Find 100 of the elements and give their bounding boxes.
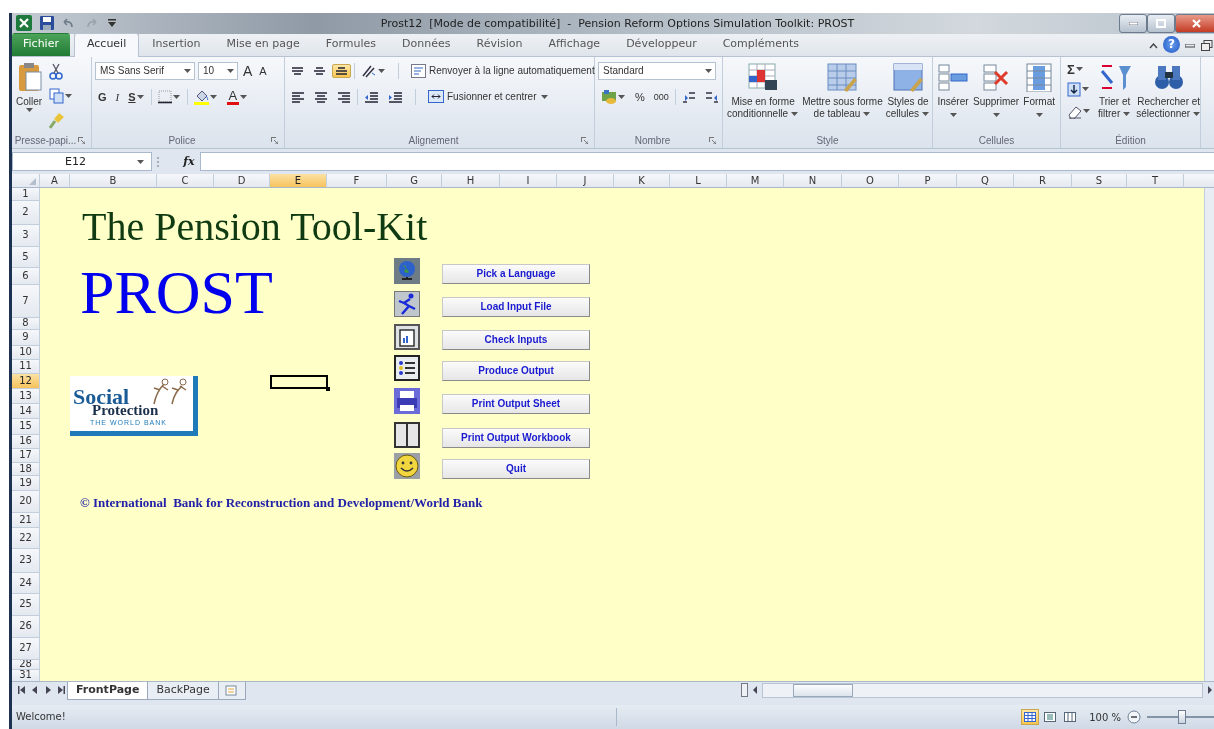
- caret-icon[interactable]: [227, 68, 234, 73]
- caret-icon[interactable]: [25, 107, 33, 112]
- caret-icon[interactable]: [1082, 87, 1089, 92]
- column-header[interactable]: H: [442, 173, 500, 188]
- ribbon-tab[interactable]: Formules: [312, 32, 390, 56]
- minimize-icon[interactable]: [1185, 43, 1195, 48]
- sheet-tab[interactable]: BackPage: [147, 682, 219, 701]
- insert-function-button[interactable]: fx: [160, 155, 200, 169]
- previous-sheet-icon[interactable]: [31, 686, 39, 695]
- caret-icon[interactable]: [863, 111, 871, 116]
- caret-icon[interactable]: [791, 111, 799, 116]
- row-header[interactable]: 3: [12, 224, 40, 247]
- column-header[interactable]: O: [842, 173, 899, 188]
- zoom-level[interactable]: 100 %: [1089, 711, 1121, 723]
- row-header[interactable]: 24: [12, 572, 40, 594]
- ribbon-tab[interactable]: Fichier: [12, 32, 70, 56]
- caret-icon[interactable]: [540, 94, 548, 99]
- caret-icon[interactable]: [705, 68, 712, 73]
- printer-icon[interactable]: [394, 387, 420, 414]
- caret-icon[interactable]: [1123, 111, 1131, 116]
- caret-icon[interactable]: [172, 94, 180, 99]
- paste-button[interactable]: Coller: [15, 59, 44, 133]
- macro-button[interactable]: Load Input File: [442, 296, 590, 317]
- ribbon-command[interactable]: Mettre sous forme de tableau: [801, 59, 884, 133]
- normal-view-button[interactable]: [1021, 709, 1040, 725]
- sheet-tab[interactable]: FrontPage: [67, 682, 149, 701]
- macro-button[interactable]: Quit: [442, 458, 590, 479]
- maximize-button[interactable]: [1147, 14, 1175, 33]
- merge-center-button[interactable]: Fusionner et centrer: [425, 87, 552, 107]
- globe-icon[interactable]: [394, 257, 420, 284]
- formula-input[interactable]: [200, 152, 1214, 172]
- grow-font-button[interactable]: A: [241, 61, 255, 80]
- column-header[interactable]: Q: [957, 173, 1014, 188]
- caret-icon[interactable]: [137, 159, 144, 164]
- dialog-launcher-icon[interactable]: [581, 136, 588, 144]
- minimize-button[interactable]: [1119, 14, 1147, 33]
- slider-thumb[interactable]: [1178, 710, 1186, 724]
- macro-button[interactable]: Check Inputs: [442, 329, 590, 350]
- wrap-text-button[interactable]: Renvoyer à la ligne automatiquement: [408, 60, 598, 81]
- zoom-out-icon[interactable]: [1127, 710, 1141, 724]
- row-header[interactable]: 25: [12, 593, 40, 616]
- scrollbar-thumb[interactable]: [793, 683, 853, 697]
- macro-button[interactable]: Pick a Language: [442, 263, 590, 284]
- customize-icon[interactable]: [108, 19, 116, 28]
- caret-icon[interactable]: [240, 94, 248, 99]
- macro-button[interactable]: Print Output Sheet: [442, 393, 590, 414]
- column-header[interactable]: S: [1072, 173, 1127, 188]
- caret-icon[interactable]: [65, 93, 73, 98]
- save-icon[interactable]: [40, 16, 54, 31]
- smiley-icon[interactable]: [394, 452, 420, 479]
- caret-icon[interactable]: [922, 111, 930, 116]
- caret-icon[interactable]: [1083, 109, 1090, 114]
- row-header[interactable]: 28: [12, 659, 40, 670]
- scroll-left-icon[interactable]: [752, 686, 758, 695]
- row-header[interactable]: 27: [12, 637, 40, 660]
- ribbon-command[interactable]: Mise en forme conditionnelle: [726, 59, 801, 133]
- name-box[interactable]: E12: [12, 152, 152, 172]
- column-header[interactable]: K: [614, 173, 670, 188]
- document-chart-icon[interactable]: [394, 323, 420, 350]
- row-header[interactable]: 23: [12, 548, 40, 573]
- close-button[interactable]: [1175, 14, 1214, 33]
- column-header[interactable]: R: [1014, 173, 1072, 188]
- ribbon-command[interactable]: Supprimer: [972, 59, 1021, 133]
- bullet-list-icon[interactable]: [394, 354, 420, 381]
- shrink-font-button[interactable]: A: [257, 63, 269, 78]
- split-handle-icon[interactable]: [741, 683, 748, 698]
- column-header[interactable]: I: [500, 173, 557, 188]
- scroll-right-icon[interactable]: [1207, 686, 1213, 695]
- row-header[interactable]: 22: [12, 527, 40, 549]
- column-header[interactable]: E: [270, 173, 327, 188]
- caret-icon[interactable]: [618, 94, 625, 99]
- ribbon-tab[interactable]: Données: [389, 32, 464, 56]
- bold-button[interactable]: G: [95, 87, 110, 106]
- collapse-ribbon-icon[interactable]: [1149, 42, 1158, 49]
- caret-icon[interactable]: [378, 68, 385, 73]
- font-name-field[interactable]: MS Sans Serif: [95, 61, 195, 80]
- ribbon-tab[interactable]: Insertion: [139, 32, 214, 56]
- column-header[interactable]: A: [40, 173, 70, 188]
- macro-button[interactable]: Print Output Workbook: [442, 427, 590, 448]
- running-figure-icon[interactable]: [394, 290, 420, 317]
- column-header[interactable]: L: [670, 173, 727, 188]
- caret-icon[interactable]: [209, 94, 217, 99]
- column-header[interactable]: N: [784, 173, 842, 188]
- column-header[interactable]: B: [70, 173, 157, 188]
- first-sheet-icon[interactable]: [18, 686, 26, 695]
- font-size-field[interactable]: 10: [198, 61, 238, 80]
- open-book-icon[interactable]: [394, 421, 420, 448]
- column-header[interactable]: C: [157, 173, 214, 188]
- ribbon-tab[interactable]: Mise en page: [213, 32, 313, 56]
- ribbon-tab[interactable]: Révision: [463, 32, 536, 56]
- column-header[interactable]: P: [899, 173, 957, 188]
- font-color-button[interactable]: A: [223, 85, 252, 108]
- macro-button[interactable]: Produce Output: [442, 360, 590, 381]
- row-header[interactable]: 2: [12, 200, 40, 225]
- caret-icon[interactable]: [992, 112, 1000, 117]
- column-header[interactable]: D: [214, 173, 270, 188]
- row-header[interactable]: 5: [12, 246, 40, 268]
- dialog-launcher-icon[interactable]: [709, 136, 716, 144]
- column-header[interactable]: G: [387, 173, 442, 188]
- zoom-slider[interactable]: [1147, 710, 1214, 724]
